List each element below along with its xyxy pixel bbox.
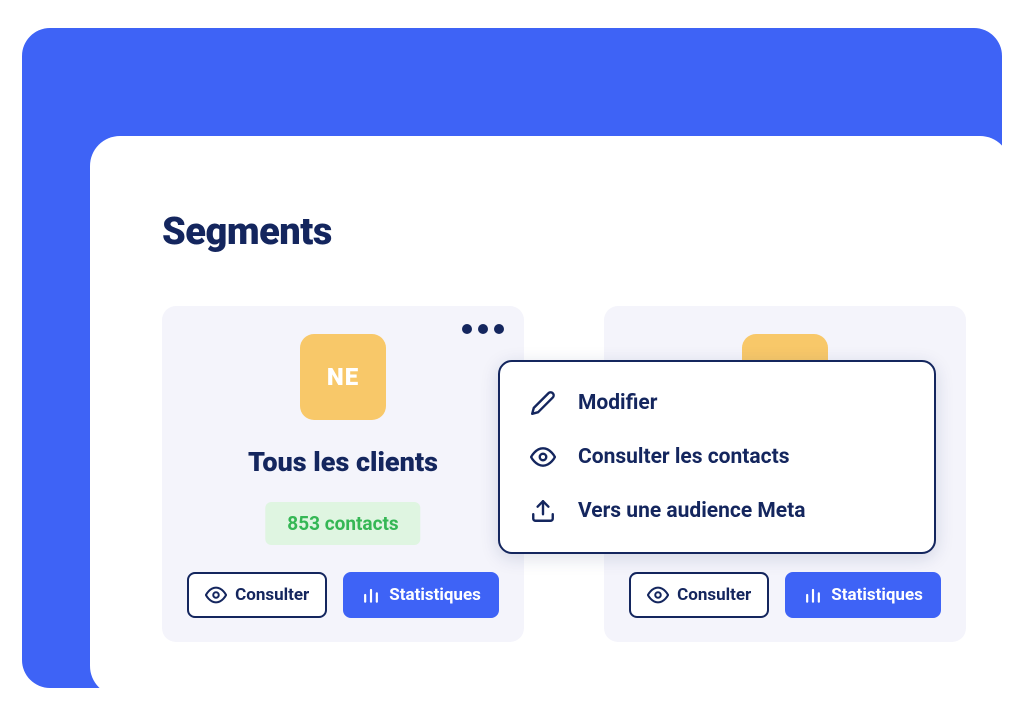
page-title: Segments — [162, 210, 332, 254]
menu-item-edit[interactable]: Modifier — [500, 376, 934, 430]
card-actions: Consulter Statistiques — [162, 572, 524, 618]
segment-initials: NE — [327, 363, 359, 391]
eye-icon — [647, 584, 669, 606]
segment-title: Tous les clients — [162, 446, 524, 478]
menu-label: Consulter les contacts — [578, 445, 789, 469]
stats-button[interactable]: Statistiques — [785, 572, 941, 618]
consult-button[interactable]: Consulter — [629, 572, 769, 618]
menu-item-export-meta[interactable]: Vers une audience Meta — [500, 484, 934, 538]
segment-card: NE Tous les clients 853 contacts Consult… — [162, 306, 524, 642]
card-menu-button[interactable] — [462, 324, 504, 334]
menu-label: Modifier — [578, 391, 657, 415]
eye-icon — [205, 584, 227, 606]
card-dropdown-menu: Modifier Consulter les contacts Vers une… — [498, 360, 936, 554]
pencil-icon — [530, 390, 556, 416]
stats-label: Statistiques — [831, 585, 923, 605]
segment-avatar: NE — [300, 334, 386, 420]
menu-item-view-contacts[interactable]: Consulter les contacts — [500, 430, 934, 484]
upload-icon — [530, 498, 556, 524]
menu-label: Vers une audience Meta — [578, 499, 805, 523]
bar-chart-icon — [361, 585, 381, 605]
consult-label: Consulter — [677, 585, 751, 605]
bar-chart-icon — [803, 585, 823, 605]
card-actions: Consulter Statistiques — [604, 572, 966, 618]
contacts-count-badge: 853 contacts — [265, 502, 420, 545]
stats-label: Statistiques — [389, 585, 481, 605]
eye-icon — [530, 444, 556, 470]
consult-button[interactable]: Consulter — [187, 572, 327, 618]
consult-label: Consulter — [235, 585, 309, 605]
stats-button[interactable]: Statistiques — [343, 572, 499, 618]
